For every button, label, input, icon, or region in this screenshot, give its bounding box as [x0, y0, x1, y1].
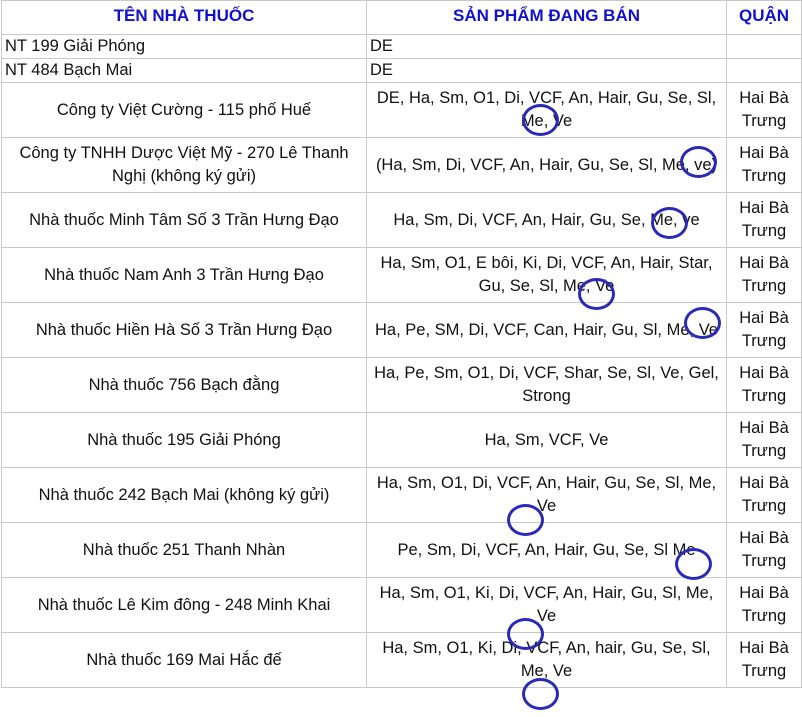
products-cell: Pe, Sm, Di, VCF, An, Hair, Gu, Se, Sl Me	[366, 522, 727, 578]
table-row: Nhà thuốc Lê Kim đông - 248 Minh Khai Ha…	[1, 577, 802, 633]
district-cell	[726, 34, 802, 59]
table-row: Nhà thuốc Minh Tâm Số 3 Trần Hưng Đạo Ha…	[1, 192, 802, 248]
pharmacy-name: Nhà thuốc 756 Bạch đằng	[1, 357, 367, 413]
pharmacy-name: Nhà thuốc Nam Anh 3 Trần Hưng Đạo	[1, 247, 367, 303]
products-cell: Ha, Sm, VCF, Ve	[366, 412, 727, 468]
header-row: TÊN NHÀ THUỐC SẢN PHẨM ĐANG BÁN QUẬN	[1, 0, 802, 35]
header-products: SẢN PHẨM ĐANG BÁN	[366, 0, 727, 35]
header-district: QUẬN	[726, 0, 802, 35]
district-cell: Hai Bà Trưng	[726, 137, 802, 193]
table-row: Nhà thuốc 169 Mai Hắc đế Ha, Sm, O1, Ki,…	[1, 632, 802, 688]
pharmacy-name: Nhà thuốc 169 Mai Hắc đế	[1, 632, 367, 688]
table-row: NT 484 Bạch Mai DE	[1, 58, 802, 83]
products-cell: Ha, Pe, Sm, O1, Di, VCF, Shar, Se, Sl, V…	[366, 357, 727, 413]
table-row: Nhà thuốc 195 Giải Phóng Ha, Sm, VCF, Ve…	[1, 412, 802, 468]
products-cell: Ha, Sm, Di, VCF, An, Hair, Gu, Se, Me, v…	[366, 192, 727, 248]
pharmacy-name: Nhà thuốc 195 Giải Phóng	[1, 412, 367, 468]
products-cell: Ha, Sm, O1, Ki, Di, VCF, An, hair, Gu, S…	[366, 632, 727, 688]
district-cell: Hai Bà Trưng	[726, 467, 802, 523]
table-row: Nhà thuốc 756 Bạch đằng Ha, Pe, Sm, O1, …	[1, 357, 802, 413]
district-cell: Hai Bà Trưng	[726, 412, 802, 468]
products-cell: Ha, Sm, O1, E bôi, Ki, Di, VCF, An, Hair…	[366, 247, 727, 303]
table-row: Nhà thuốc Nam Anh 3 Trần Hưng Đạo Ha, Sm…	[1, 247, 802, 303]
pharmacy-name: Nhà thuốc Minh Tâm Số 3 Trần Hưng Đạo	[1, 192, 367, 248]
table-row: Nhà thuốc 242 Bạch Mai (không ký gửi) Ha…	[1, 467, 802, 523]
pharmacy-name: Công ty TNHH Dược Việt Mỹ - 270 Lê Thanh…	[1, 137, 367, 193]
products-cell: DE, Ha, Sm, O1, Di, VCF, An, Hair, Gu, S…	[366, 82, 727, 138]
district-cell: Hai Bà Trưng	[726, 577, 802, 633]
table-row: NT 199 Giải Phóng DE	[1, 34, 802, 59]
pharmacy-name: Nhà thuốc Hiền Hà Số 3 Trần Hưng Đạo	[1, 302, 367, 358]
pharmacy-table: TÊN NHÀ THUỐC SẢN PHẨM ĐANG BÁN QUẬN NT …	[1, 0, 802, 688]
table-row: Nhà thuốc Hiền Hà Số 3 Trần Hưng Đạo Ha,…	[1, 302, 802, 358]
district-cell: Hai Bà Trưng	[726, 522, 802, 578]
table-row: Nhà thuốc 251 Thanh Nhàn Pe, Sm, Di, VCF…	[1, 522, 802, 578]
district-cell: Hai Bà Trưng	[726, 302, 802, 358]
products-cell: Ha, Sm, O1, Di, VCF, An, Hair, Gu, Se, S…	[366, 467, 727, 523]
pharmacy-name: Nhà thuốc Lê Kim đông - 248 Minh Khai	[1, 577, 367, 633]
products-cell: DE	[366, 34, 727, 59]
products-cell: (Ha, Sm, Di, VCF, An, Hair, Gu, Se, Sl, …	[366, 137, 727, 193]
pharmacy-name: NT 199 Giải Phóng	[1, 34, 367, 59]
district-cell: Hai Bà Trưng	[726, 357, 802, 413]
district-cell: Hai Bà Trưng	[726, 632, 802, 688]
district-cell: Hai Bà Trưng	[726, 192, 802, 248]
district-cell	[726, 58, 802, 83]
pharmacy-name: Nhà thuốc 251 Thanh Nhàn	[1, 522, 367, 578]
table-row: Công ty TNHH Dược Việt Mỹ - 270 Lê Thanh…	[1, 137, 802, 193]
pharmacy-name: NT 484 Bạch Mai	[1, 58, 367, 83]
pharmacy-name: Nhà thuốc 242 Bạch Mai (không ký gửi)	[1, 467, 367, 523]
products-cell: Ha, Sm, O1, Ki, Di, VCF, An, Hair, Gu, S…	[366, 577, 727, 633]
products-cell: Ha, Pe, SM, Di, VCF, Can, Hair, Gu, Sl, …	[366, 302, 727, 358]
pharmacy-name: Công ty Việt Cường - 115 phố Huế	[1, 82, 367, 138]
products-cell: DE	[366, 58, 727, 83]
table-row: Công ty Việt Cường - 115 phố Huế DE, Ha,…	[1, 82, 802, 138]
header-name: TÊN NHÀ THUỐC	[1, 0, 367, 35]
district-cell: Hai Bà Trưng	[726, 247, 802, 303]
district-cell: Hai Bà Trưng	[726, 82, 802, 138]
